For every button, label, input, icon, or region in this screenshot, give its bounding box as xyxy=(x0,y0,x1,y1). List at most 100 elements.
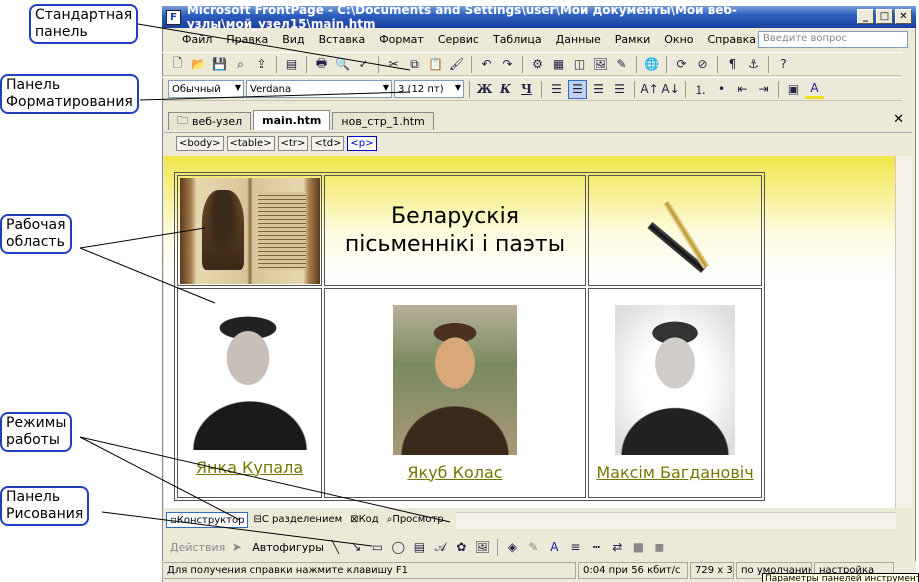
decrease-indent-icon[interactable]: ⇤ xyxy=(733,80,752,99)
publish-icon[interactable]: ⇪ xyxy=(252,55,271,74)
fill-color-icon[interactable]: ◈ xyxy=(503,538,522,557)
link-kolas[interactable]: Якуб Колас xyxy=(325,463,585,482)
link-kupala[interactable]: Янка Купала xyxy=(178,458,321,477)
menu-view[interactable]: Вид xyxy=(275,33,311,46)
mode-code[interactable]: ⊠Код xyxy=(347,512,382,528)
tag-table[interactable]: <table> xyxy=(226,136,275,151)
textbox-icon[interactable]: ▤ xyxy=(410,538,429,557)
undo-icon[interactable]: ↶ xyxy=(477,55,496,74)
help-icon[interactable]: ? xyxy=(774,55,793,74)
autoshapes-menu[interactable]: Автофигуры xyxy=(252,541,324,554)
table-cell[interactable]: Янка Купала xyxy=(177,288,322,498)
insert-layer-icon[interactable]: ◫ xyxy=(570,55,589,74)
font-color-icon[interactable]: A xyxy=(545,538,564,557)
align-right-icon[interactable]: ☰ xyxy=(589,80,608,99)
table-cell[interactable] xyxy=(588,175,762,286)
insert-table-icon[interactable]: ▦ xyxy=(549,55,568,74)
mode-preview[interactable]: ⌕Просмотр xyxy=(384,512,447,528)
spelling-icon[interactable]: ✓ xyxy=(354,55,373,74)
copy-icon[interactable]: ⧉ xyxy=(405,55,424,74)
line-color-icon[interactable]: ✎ xyxy=(524,538,543,557)
menu-help[interactable]: Справка xyxy=(701,33,763,46)
borders-icon[interactable]: ▣ xyxy=(784,80,803,99)
line-icon[interactable]: ╲ xyxy=(326,538,345,557)
table-cell[interactable]: Беларускія пісьменнікі і паэты xyxy=(324,175,586,286)
cut-icon[interactable]: ✂ xyxy=(384,55,403,74)
actions-menu[interactable]: Действия xyxy=(170,541,225,554)
arrow-style-icon[interactable]: ⇄ xyxy=(608,538,627,557)
rectangle-icon[interactable]: ▭ xyxy=(368,538,387,557)
italic-button[interactable]: К xyxy=(496,80,515,99)
menu-frames[interactable]: Рамки xyxy=(608,33,657,46)
table-cell[interactable] xyxy=(177,175,322,286)
menu-data[interactable]: Данные xyxy=(549,33,608,46)
shadow-icon[interactable]: ■ xyxy=(629,538,648,557)
format-painter-icon[interactable]: 🖌 xyxy=(447,55,466,74)
design-workspace[interactable]: Беларускія пісьменнікі і паэты Янка Купа… xyxy=(164,156,895,508)
align-left-icon[interactable]: ☰ xyxy=(547,80,566,99)
bulleted-list-icon[interactable]: • xyxy=(712,80,731,99)
font-select[interactable]: Verdana ▼ xyxy=(246,80,392,98)
refresh-icon[interactable]: ⟳ xyxy=(672,55,691,74)
print-icon[interactable]: 🖶 xyxy=(312,55,331,74)
size-select[interactable]: 3 (12 пт) ▼ xyxy=(394,80,464,98)
tag-td[interactable]: <td> xyxy=(311,136,345,151)
tag-p[interactable]: <p> xyxy=(347,136,377,151)
close-button[interactable]: ✕ xyxy=(895,9,912,24)
horizontal-scrollbar[interactable] xyxy=(456,512,896,529)
decrease-font-icon[interactable]: A↓ xyxy=(661,80,680,99)
stop-icon[interactable]: ⊘ xyxy=(693,55,712,74)
redo-icon[interactable]: ↷ xyxy=(498,55,517,74)
close-tab-icon[interactable]: ✕ xyxy=(893,112,904,127)
save-icon[interactable]: 💾 xyxy=(210,55,229,74)
oval-icon[interactable]: ◯ xyxy=(389,538,408,557)
ask-question-input[interactable]: Введите вопрос xyxy=(758,31,908,48)
web-component-icon[interactable]: ⚙ xyxy=(528,55,547,74)
select-pointer-icon[interactable]: ➤ xyxy=(227,538,246,557)
insert-picture-icon[interactable]: 🖼 xyxy=(591,55,610,74)
binoculars-icon[interactable]: ⌕ xyxy=(231,55,250,74)
menu-window[interactable]: Окно xyxy=(657,33,700,46)
increase-indent-icon[interactable]: ⇥ xyxy=(754,80,773,99)
maximize-button[interactable]: □ xyxy=(876,9,893,24)
tab-new-page[interactable]: нов_стр_1.htm xyxy=(332,112,434,130)
picture-icon[interactable]: 🖼 xyxy=(473,538,492,557)
3d-icon[interactable]: ◼ xyxy=(650,538,669,557)
tag-tr[interactable]: <tr> xyxy=(277,136,309,151)
toggle-pane-icon[interactable]: ▤ xyxy=(282,55,301,74)
mode-split[interactable]: ⊟С разделением xyxy=(250,512,345,528)
align-center-icon[interactable]: ☰ xyxy=(568,79,587,99)
increase-font-icon[interactable]: A↑ xyxy=(640,80,659,99)
menu-table[interactable]: Таблица xyxy=(486,33,549,46)
arrow-icon[interactable]: ↘ xyxy=(347,538,366,557)
tab-main[interactable]: main.htm xyxy=(253,110,331,130)
mode-design[interactable]: ▫Конструктор xyxy=(166,512,249,528)
menu-insert[interactable]: Вставка xyxy=(312,33,373,46)
drawing-toggle-icon[interactable]: ✎ xyxy=(612,55,631,74)
table-cell[interactable]: Якуб Колас xyxy=(324,288,586,498)
table-cell[interactable]: Максім Багдановіч xyxy=(588,288,762,498)
justify-icon[interactable]: ☰ xyxy=(610,80,629,99)
tab-website[interactable]: 🗀 веб-узел xyxy=(168,112,252,130)
dash-style-icon[interactable]: ┅ xyxy=(587,538,606,557)
show-all-icon[interactable]: ¶ xyxy=(723,55,742,74)
wordart-icon[interactable]: 𝒜 xyxy=(431,538,450,557)
font-color-icon[interactable]: A xyxy=(805,80,824,99)
menu-file[interactable]: Файл xyxy=(162,33,219,46)
clipart-icon[interactable]: ✿ xyxy=(452,538,471,557)
menu-edit[interactable]: Правка xyxy=(219,33,275,46)
bold-button[interactable]: Ж xyxy=(475,80,494,99)
new-page-icon[interactable]: 🗋 xyxy=(168,55,187,74)
hyperlink-icon[interactable]: 🌐 xyxy=(642,55,661,74)
numbered-list-icon[interactable]: ⒈ xyxy=(691,80,710,99)
minimize-button[interactable]: _ xyxy=(857,9,874,24)
tag-body[interactable]: <body> xyxy=(176,136,224,151)
anchor-icon[interactable]: ⚓ xyxy=(744,55,763,74)
line-style-icon[interactable]: ≡ xyxy=(566,538,585,557)
open-folder-icon[interactable]: 📂 xyxy=(189,55,208,74)
preview-icon[interactable]: 🔍 xyxy=(333,55,352,74)
style-select[interactable]: Обычный ▼ xyxy=(168,80,244,98)
paste-icon[interactable]: 📋 xyxy=(426,55,445,74)
menu-tools[interactable]: Сервис xyxy=(431,33,486,46)
vertical-scrollbar[interactable] xyxy=(895,156,912,508)
